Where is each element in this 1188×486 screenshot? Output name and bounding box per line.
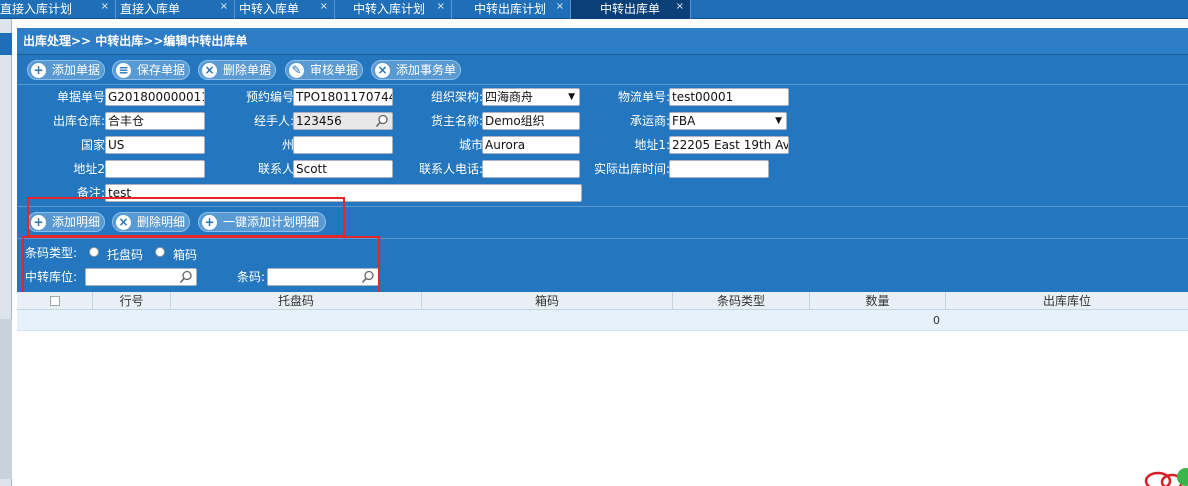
remove-icon: × xyxy=(202,63,217,78)
col-header-barcode-type[interactable]: 条码类型 xyxy=(673,292,810,310)
carrier-label: 承运商: xyxy=(629,114,670,128)
add-doc-button[interactable]: + 添加单据 xyxy=(27,60,105,80)
close-icon[interactable]: × xyxy=(556,0,564,14)
tab-transfer-outbound-plan[interactable]: 中转出库计划 × xyxy=(452,0,571,19)
handler-value: 123456 xyxy=(296,114,342,128)
contact-label: 联系人 xyxy=(257,162,294,176)
tab-label: 中转入库单 xyxy=(239,2,300,16)
remove-icon: × xyxy=(375,63,390,78)
tab-transfer-outbound-order[interactable]: 中转出库单 × xyxy=(571,0,691,19)
reserve-no-label: 预约编号 xyxy=(245,90,294,104)
main-panel: 出库处理>> 中转出库>>编辑中转出库单 + 添加单据 ≡ 保存单据 × 删除单… xyxy=(17,28,1188,486)
city-label: 城市 xyxy=(458,138,483,152)
warehouse-label: 出库仓库: xyxy=(52,114,105,128)
tab-transfer-inbound-order[interactable]: 中转入库单 × xyxy=(235,0,335,19)
breadcrumb: 出库处理>> 中转出库>>编辑中转出库单 xyxy=(17,28,1188,55)
address1-field[interactable]: 22205 East 19th Ave xyxy=(669,136,789,154)
country-label: 国家 xyxy=(80,138,105,152)
close-icon[interactable]: × xyxy=(220,0,228,14)
actual-time-field[interactable] xyxy=(669,160,769,178)
rail-handle[interactable] xyxy=(0,33,12,55)
phone-field[interactable] xyxy=(482,160,580,178)
phone-label: 联系人电话: xyxy=(418,162,483,176)
tab-bar: 直接入库计划 × 直接入库单 × 中转入库单 × 中转入库计划 × 中转出库计划… xyxy=(0,0,1188,19)
quantity-total: 0 xyxy=(933,314,940,327)
rail-track xyxy=(0,319,12,479)
address1-label: 地址1: xyxy=(634,138,670,152)
tab-transfer-inbound-plan[interactable]: 中转入库计划 × xyxy=(335,0,452,19)
add-txn-label: 添加事务单 xyxy=(396,63,457,77)
org-value: 四海商舟 xyxy=(485,90,534,104)
select-all-cell xyxy=(17,292,93,310)
tab-label: 中转入库计划 xyxy=(353,2,426,16)
reserve-no-field[interactable]: TPO18011707442 xyxy=(293,88,393,106)
tab-direct-inbound-plan[interactable]: 直接入库计划 × xyxy=(0,0,116,19)
grid-summary-row: 0 xyxy=(17,310,1188,331)
state-label: 州 xyxy=(281,138,294,152)
close-icon[interactable]: × xyxy=(320,0,328,14)
tab-label: 中转出库单 xyxy=(600,2,661,16)
col-header-quantity[interactable]: 数量 xyxy=(810,292,946,310)
pencil-icon: ✎ xyxy=(289,63,304,78)
highlight-box-barcode xyxy=(22,236,380,297)
owner-label: 货主名称: xyxy=(430,114,483,128)
tab-label: 中转出库计划 xyxy=(474,2,547,16)
divider xyxy=(17,84,1188,85)
save-icon: ≡ xyxy=(116,63,131,78)
doc-no-label: 单据单号 xyxy=(56,90,105,104)
logistics-no-field[interactable]: test00001 xyxy=(669,88,789,106)
country-field[interactable]: US xyxy=(105,136,205,154)
save-doc-button[interactable]: ≡ 保存单据 xyxy=(112,60,190,80)
add-txn-button[interactable]: × 添加事务单 xyxy=(371,60,461,80)
carrier-select[interactable]: FBA ▼ xyxy=(669,112,787,130)
doc-no-field[interactable]: G201800000011 xyxy=(105,88,205,106)
select-all-checkbox[interactable] xyxy=(50,296,60,306)
audit-doc-button[interactable]: ✎ 审核单据 xyxy=(285,60,363,80)
grid-header: 行号 托盘码 箱码 条码类型 数量 出库库位 xyxy=(17,292,1188,310)
close-icon[interactable]: × xyxy=(437,0,445,14)
city-field[interactable]: Aurora xyxy=(482,136,580,154)
owner-field[interactable]: Demo组织 xyxy=(482,112,580,130)
plus-icon: + xyxy=(31,63,46,78)
delete-doc-button[interactable]: × 删除单据 xyxy=(198,60,276,80)
handler-label: 经手人: xyxy=(253,114,294,128)
doc-toolbar: + 添加单据 ≡ 保存单据 × 删除单据 ✎ 审核单据 × 添加事务单 xyxy=(17,56,1188,84)
address2-field[interactable] xyxy=(105,160,205,178)
delete-doc-label: 删除单据 xyxy=(223,63,272,77)
left-rail xyxy=(0,19,12,486)
carrier-value: FBA xyxy=(672,114,696,128)
close-icon[interactable]: × xyxy=(101,0,109,14)
warehouse-field[interactable]: 合丰仓 xyxy=(105,112,205,130)
tab-label: 直接入库单 xyxy=(120,2,181,16)
state-field[interactable] xyxy=(293,136,393,154)
app-window: 直接入库计划 × 直接入库单 × 中转入库单 × 中转入库计划 × 中转出库计划… xyxy=(0,0,1188,486)
org-select[interactable]: 四海商舟 ▼ xyxy=(482,88,580,106)
col-header-line-no[interactable]: 行号 xyxy=(93,292,171,310)
mascot-logo-icon xyxy=(1144,468,1188,486)
chevron-down-icon: ▼ xyxy=(775,116,782,126)
audit-doc-label: 审核单据 xyxy=(310,63,359,77)
tab-direct-inbound-order[interactable]: 直接入库单 × xyxy=(116,0,235,19)
col-header-box[interactable]: 箱码 xyxy=(422,292,673,310)
contact-field[interactable]: Scott xyxy=(293,160,393,178)
add-doc-label: 添加单据 xyxy=(52,63,101,77)
actual-time-label: 实际出库时间: xyxy=(593,162,670,176)
col-header-pallet[interactable]: 托盘码 xyxy=(171,292,422,310)
logistics-no-label: 物流单号: xyxy=(617,90,670,104)
org-label: 组织架构: xyxy=(430,90,483,104)
address2-label: 地址2 xyxy=(73,162,105,176)
close-icon[interactable]: × xyxy=(676,0,684,14)
form-area: 出库处理>> 中转出库>>编辑中转出库单 + 添加单据 ≡ 保存单据 × 删除单… xyxy=(17,28,1188,297)
handler-field[interactable]: 123456 xyxy=(293,112,393,130)
search-icon[interactable] xyxy=(375,114,389,128)
tab-label: 直接入库计划 xyxy=(0,2,73,16)
col-header-outbound-location[interactable]: 出库库位 xyxy=(946,292,1188,310)
highlight-box-detail-toolbar xyxy=(27,197,345,237)
save-doc-label: 保存单据 xyxy=(137,63,186,77)
chevron-down-icon: ▼ xyxy=(568,92,575,102)
